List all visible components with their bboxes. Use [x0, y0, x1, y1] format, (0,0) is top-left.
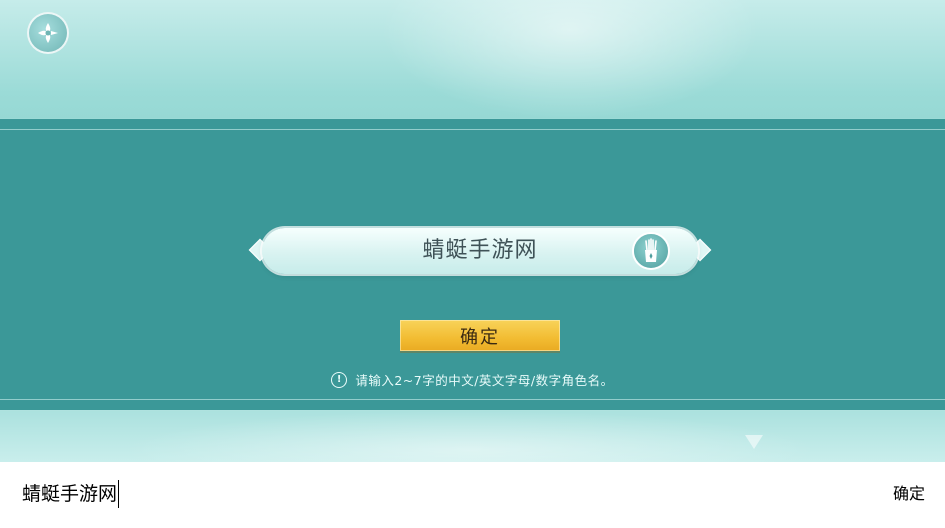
ime-text-input[interactable]: 蜻蜓手游网 [22, 480, 120, 508]
back-button[interactable] [27, 12, 69, 54]
flower-back-icon [38, 23, 58, 43]
ground-glow [120, 410, 820, 462]
character-name-field[interactable]: 蜻蜓手游网 [262, 228, 698, 274]
sky-glow [380, 0, 760, 120]
hint-text: 请输入2~7字的中文/英文字母/数字角色名。 [355, 373, 614, 388]
keyboard-input-bar: 蜻蜓手游网 确定 [0, 462, 945, 528]
exclamation-icon: ! [331, 371, 348, 388]
ime-confirm-button[interactable]: 确定 [893, 482, 925, 506]
panel-bottom-line [0, 399, 945, 400]
confirm-button[interactable]: 确定 [400, 320, 560, 351]
random-name-button[interactable] [632, 232, 670, 270]
panel-top-line [0, 129, 945, 130]
crystal-shard-decoration [745, 435, 763, 449]
name-rule-hint: ! 请输入2~7字的中文/英文字母/数字角色名。 [0, 370, 945, 389]
random-name-icon [645, 238, 657, 262]
game-screen: 蜻蜓手游网 确定 ! 请输入2~7字的中文/英文字母/数字角色名。 [0, 0, 945, 462]
